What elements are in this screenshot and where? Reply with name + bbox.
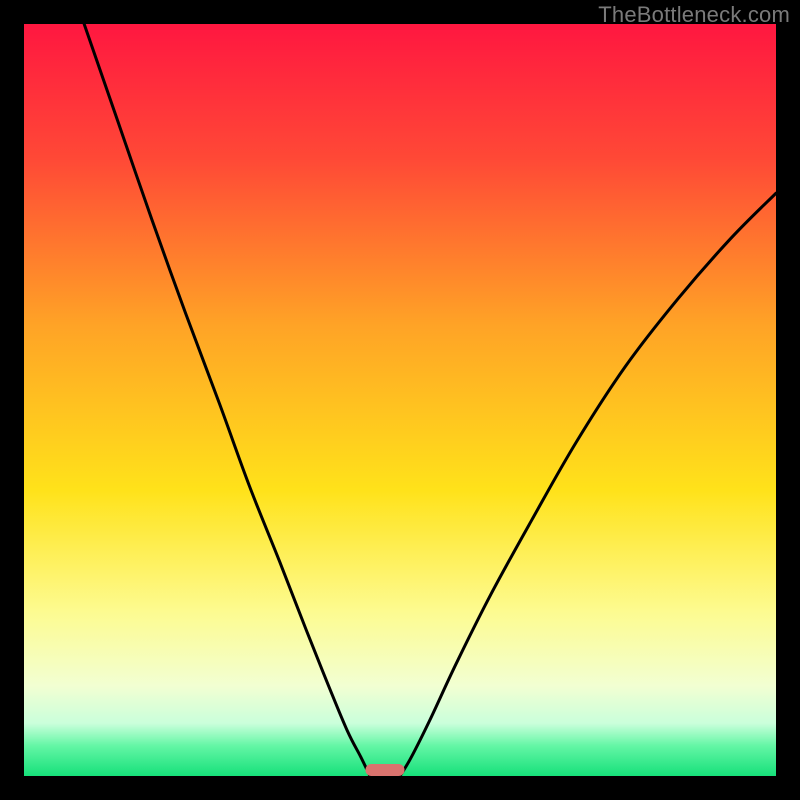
chart-frame [24,24,776,776]
bottleneck-chart [24,24,776,776]
ideal-marker [365,764,404,776]
watermark-text: TheBottleneck.com [598,2,790,28]
gradient-background [24,24,776,776]
